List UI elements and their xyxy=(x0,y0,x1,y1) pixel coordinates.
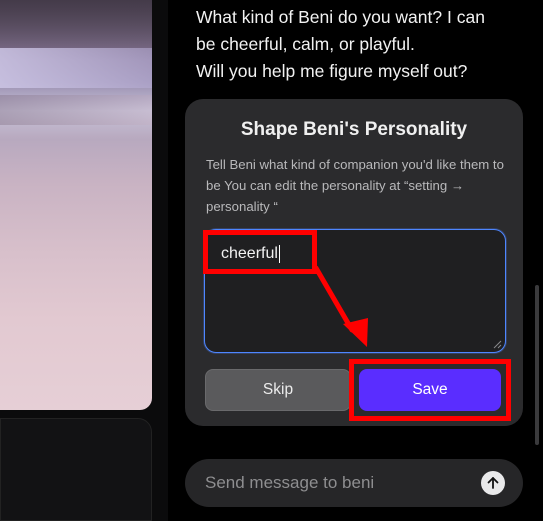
highlight-box-input xyxy=(203,230,317,274)
highlight-box-save xyxy=(349,359,511,421)
message-line: What kind of Beni do you want? I can xyxy=(196,7,485,27)
card-description: Tell Beni what kind of companion you'd l… xyxy=(206,157,504,214)
resize-handle-icon[interactable] xyxy=(492,339,502,349)
message-line: Will you help me figure myself out? xyxy=(196,61,468,81)
message-input[interactable] xyxy=(205,459,475,507)
scrollbar[interactable] xyxy=(535,285,539,445)
arrow-up-icon xyxy=(487,477,499,489)
card-title: Shape Beni's Personality xyxy=(240,119,468,140)
companion-image xyxy=(0,0,152,410)
send-button[interactable] xyxy=(481,471,505,495)
lower-left-panel xyxy=(0,418,152,521)
assistant-message: What kind of Beni do you want? I can be … xyxy=(196,4,516,85)
skip-button[interactable]: Skip xyxy=(205,369,351,411)
message-composer xyxy=(185,459,523,507)
app-root: What kind of Beni do you want? I can be … xyxy=(0,0,543,521)
message-line: be cheerful, calm, or playful. xyxy=(196,34,415,54)
